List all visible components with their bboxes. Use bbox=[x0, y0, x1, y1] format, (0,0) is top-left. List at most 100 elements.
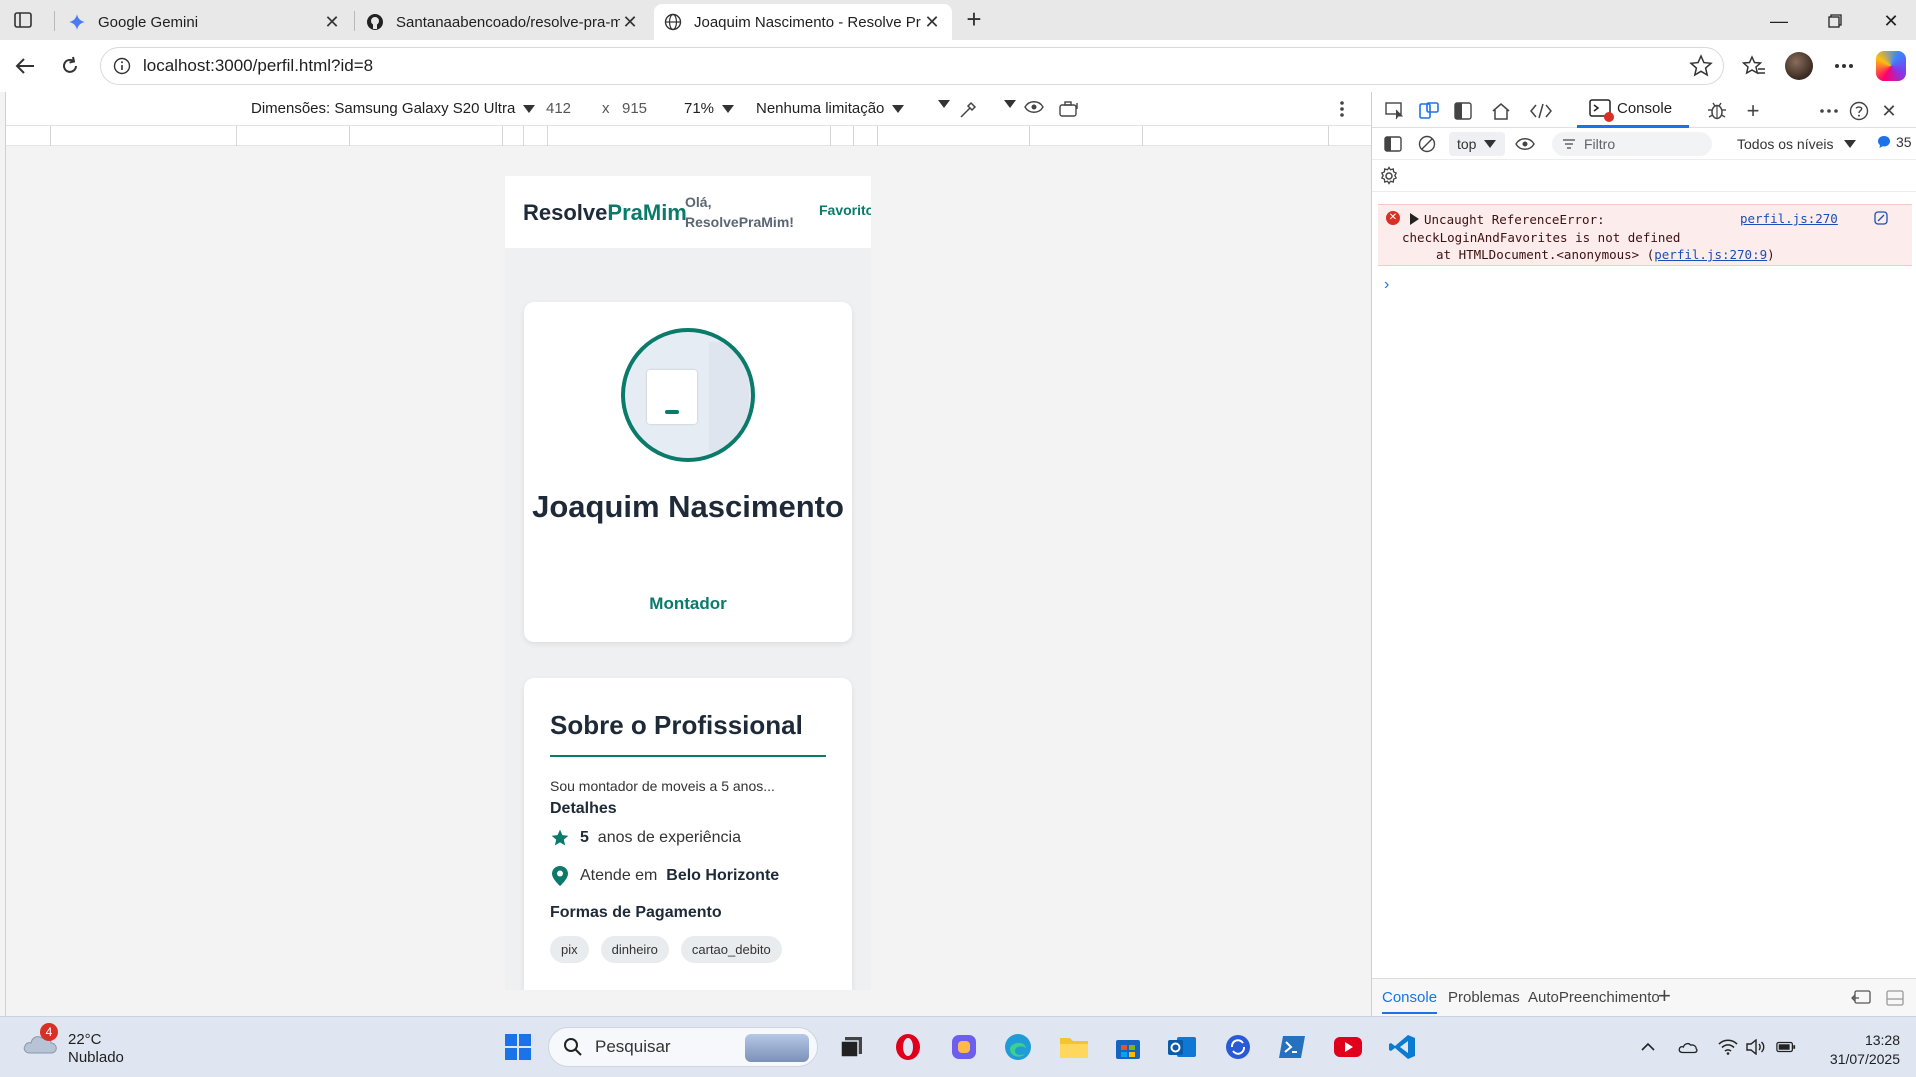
opera-icon[interactable] bbox=[892, 1031, 924, 1063]
more-tools-icon[interactable] bbox=[1818, 100, 1840, 122]
tab-console[interactable]: Console bbox=[1577, 92, 1689, 128]
refresh-icon[interactable] bbox=[54, 50, 86, 82]
profile-avatar[interactable] bbox=[1785, 52, 1813, 80]
message-icon bbox=[1878, 136, 1890, 148]
dropdown-caret-icon bbox=[722, 104, 735, 113]
dock-side-icon[interactable] bbox=[1452, 100, 1474, 122]
log-levels-select[interactable]: Todos os níveis bbox=[1737, 136, 1856, 152]
task-view-icon[interactable] bbox=[836, 1031, 868, 1063]
sidebar-toggle-icon[interactable] bbox=[1382, 133, 1404, 155]
wifi-icon[interactable] bbox=[1718, 1037, 1738, 1057]
back-icon[interactable] bbox=[9, 50, 41, 82]
media-query-ruler[interactable] bbox=[6, 126, 1371, 146]
about-divider bbox=[550, 755, 826, 757]
close-devtools-icon[interactable]: ✕ bbox=[1878, 100, 1900, 122]
tab-actions-icon[interactable] bbox=[10, 8, 36, 32]
tab-joaquim-nascimento[interactable]: Joaquim Nascimento - Resolve Pr ✕ bbox=[654, 4, 952, 40]
drawer-tab-console[interactable]: Console bbox=[1382, 989, 1438, 1014]
tab-github[interactable]: Santanaabencoado/resolve-pra-m ✕ bbox=[356, 4, 650, 40]
battery-icon[interactable] bbox=[1776, 1037, 1796, 1057]
dock-drawer-icon[interactable] bbox=[1850, 987, 1872, 1009]
copilot-explain-icon[interactable] bbox=[1874, 211, 1888, 225]
device-dimensions-select[interactable]: Dimensões: Samsung Galaxy S20 Ultra bbox=[251, 100, 536, 117]
bug-icon[interactable] bbox=[1706, 100, 1728, 122]
file-explorer-icon[interactable] bbox=[1058, 1031, 1090, 1063]
inspect-element-icon[interactable] bbox=[1384, 100, 1406, 122]
tab-google-gemini[interactable]: Google Gemini ✕ bbox=[58, 4, 352, 40]
site-info-icon[interactable] bbox=[113, 57, 131, 75]
address-bar[interactable]: localhost:3000/perfil.html?id=8 bbox=[100, 47, 1724, 85]
favorites-link[interactable]: Favorito bbox=[819, 202, 871, 218]
temperature: 22°C bbox=[68, 1031, 102, 1048]
close-tab-icon[interactable]: ✕ bbox=[922, 12, 942, 33]
clear-console-icon[interactable] bbox=[1416, 133, 1438, 155]
issues-counter[interactable]: 35 bbox=[1877, 134, 1912, 150]
device-toolbar-menu-icon[interactable] bbox=[1340, 100, 1344, 118]
minimize-icon[interactable]: — bbox=[1754, 6, 1804, 36]
device-emulation-icon[interactable] bbox=[1418, 100, 1440, 122]
close-drawer-icon[interactable] bbox=[1884, 987, 1906, 1009]
copilot-app-icon[interactable] bbox=[948, 1031, 980, 1063]
close-tab-icon[interactable]: ✕ bbox=[322, 12, 342, 33]
error-line-1: Uncaught ReferenceError: bbox=[1424, 212, 1605, 227]
more-menu-icon[interactable] bbox=[1828, 50, 1860, 82]
add-drawer-tab-icon[interactable]: + bbox=[1658, 983, 1671, 1009]
payment-title: Formas de Pagamento bbox=[550, 904, 722, 921]
throttle-select[interactable]: Nenhuma limitação bbox=[756, 100, 905, 117]
drawer-tab-autofill[interactable]: AutoPreenchimento bbox=[1528, 989, 1660, 1006]
outlook-icon[interactable] bbox=[1166, 1031, 1198, 1063]
context-select[interactable]: top bbox=[1449, 132, 1505, 156]
volume-icon[interactable] bbox=[1746, 1037, 1766, 1057]
copilot-icon[interactable] bbox=[1876, 51, 1906, 81]
error-icon: ✕ bbox=[1386, 211, 1400, 225]
weather-widget[interactable]: 4 22°C Nublado bbox=[22, 1023, 124, 1067]
help-icon[interactable] bbox=[1848, 100, 1870, 122]
powershell-icon[interactable] bbox=[1276, 1031, 1308, 1063]
show-hidden-icons-chevron-icon[interactable] bbox=[1638, 1037, 1658, 1057]
device-toolbar: Dimensões: Samsung Galaxy S20 Ultra 412 … bbox=[6, 92, 1371, 126]
device-height-input[interactable]: 915 bbox=[622, 100, 647, 117]
taskbar-search[interactable]: Pesquisar bbox=[548, 1027, 818, 1067]
drawer-tab-problems[interactable]: Problemas bbox=[1448, 989, 1520, 1006]
device-width-input[interactable]: 412 bbox=[546, 100, 571, 117]
live-expression-eye-icon[interactable] bbox=[1514, 133, 1536, 155]
elements-icon[interactable] bbox=[1530, 100, 1552, 122]
site-logo[interactable]: ResolvePraMim bbox=[523, 200, 687, 226]
screenshot-icon[interactable] bbox=[1058, 100, 1080, 118]
stack-source-link[interactable]: perfil.js:270:9 bbox=[1654, 247, 1767, 262]
console-prompt-caret-icon[interactable]: › bbox=[1384, 276, 1389, 294]
close-window-icon[interactable]: ✕ bbox=[1866, 6, 1916, 36]
dropdown-caret-icon bbox=[892, 104, 905, 113]
windows-start-icon[interactable] bbox=[502, 1031, 534, 1063]
more-options-caret-icon[interactable] bbox=[930, 100, 950, 108]
vision-caret-icon[interactable] bbox=[996, 100, 1016, 108]
new-tab-icon[interactable]: + bbox=[960, 6, 988, 34]
error-source-link[interactable]: perfil.js:270 bbox=[1740, 211, 1838, 226]
add-panel-icon[interactable]: + bbox=[1742, 98, 1764, 123]
console-filter-input[interactable]: Filtro bbox=[1552, 132, 1712, 156]
expand-triangle-icon[interactable] bbox=[1410, 213, 1419, 225]
restore-icon[interactable] bbox=[1810, 6, 1860, 36]
add-favorite-icon[interactable] bbox=[1689, 54, 1713, 78]
favorites-icon[interactable] bbox=[1738, 50, 1770, 82]
vision-deficiency-icon[interactable] bbox=[1024, 100, 1044, 114]
zoom-select[interactable]: 71% bbox=[684, 100, 735, 117]
sync-app-icon[interactable] bbox=[1222, 1031, 1254, 1063]
microsoft-store-icon[interactable] bbox=[1112, 1031, 1144, 1063]
welcome-home-icon[interactable] bbox=[1490, 100, 1512, 122]
settings-gear-icon[interactable] bbox=[1378, 165, 1400, 187]
eyedropper-icon[interactable] bbox=[958, 100, 978, 120]
url-text: localhost:3000/perfil.html?id=8 bbox=[143, 56, 374, 75]
vscode-icon[interactable] bbox=[1386, 1031, 1418, 1063]
youtube-icon[interactable] bbox=[1332, 1031, 1364, 1063]
github-icon bbox=[366, 13, 384, 31]
payment-chip: cartao_debito bbox=[680, 936, 782, 963]
system-clock[interactable]: 13:28 31/07/2025 bbox=[1810, 1031, 1900, 1069]
tab-title: Google Gemini bbox=[98, 13, 199, 31]
console-filter-bar: top Filtro Todos os níveis 35 bbox=[1372, 128, 1916, 160]
close-tab-icon[interactable]: ✕ bbox=[620, 12, 640, 33]
edge-icon[interactable] bbox=[1002, 1031, 1034, 1063]
zoom-label: 71% bbox=[684, 100, 715, 117]
console-error-message[interactable]: ✕ Uncaught ReferenceError: checkLoginAnd… bbox=[1378, 204, 1912, 266]
onedrive-cloud-icon[interactable] bbox=[1678, 1037, 1698, 1057]
